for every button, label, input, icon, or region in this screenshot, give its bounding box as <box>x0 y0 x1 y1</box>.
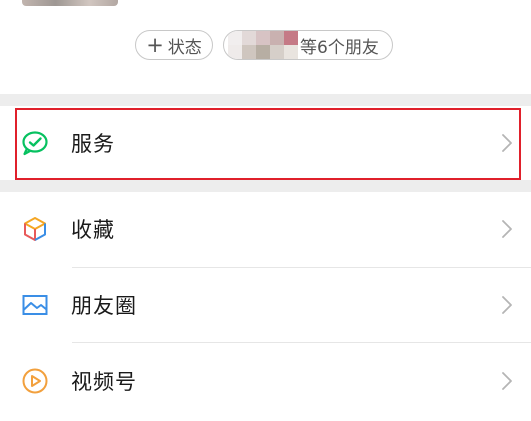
wechat-pay-icon <box>21 129 49 157</box>
menu-label-services: 服务 <box>71 132 115 156</box>
friends-count-label: 等6个朋友 <box>300 37 379 58</box>
me-page: + 状态 等6个朋友 服务 收藏 朋友圈 视频号 <box>0 0 531 421</box>
chevron-right-icon <box>502 220 512 238</box>
menu-label-favorites: 收藏 <box>71 218 115 242</box>
row-divider <box>72 342 531 343</box>
friends-status-button[interactable]: 等6个朋友 <box>223 30 393 60</box>
avatar[interactable] <box>22 0 118 6</box>
menu-label-moments: 朋友圈 <box>71 294 137 318</box>
add-status-label: 状态 <box>167 37 202 58</box>
menu-item-services[interactable]: 服务 <box>0 106 531 180</box>
chevron-right-icon <box>502 372 512 390</box>
menu-item-channels[interactable]: 视频号 <box>0 344 531 418</box>
menu-item-moments[interactable]: 朋友圈 <box>0 268 531 342</box>
chevron-right-icon <box>502 134 512 152</box>
menu-label-channels: 视频号 <box>71 370 137 394</box>
play-icon <box>21 367 49 395</box>
chevron-right-icon <box>502 296 512 314</box>
add-status-button[interactable]: + 状态 <box>135 30 213 60</box>
section-divider <box>0 94 531 106</box>
section-divider <box>0 180 531 192</box>
plus-icon: + <box>146 32 164 57</box>
status-row: + 状态 等6个朋友 <box>0 29 531 63</box>
menu-item-favorites[interactable]: 收藏 <box>0 192 531 266</box>
cube-icon <box>21 215 49 243</box>
photo-icon <box>21 291 49 319</box>
friend-avatars-blurred <box>228 31 298 59</box>
